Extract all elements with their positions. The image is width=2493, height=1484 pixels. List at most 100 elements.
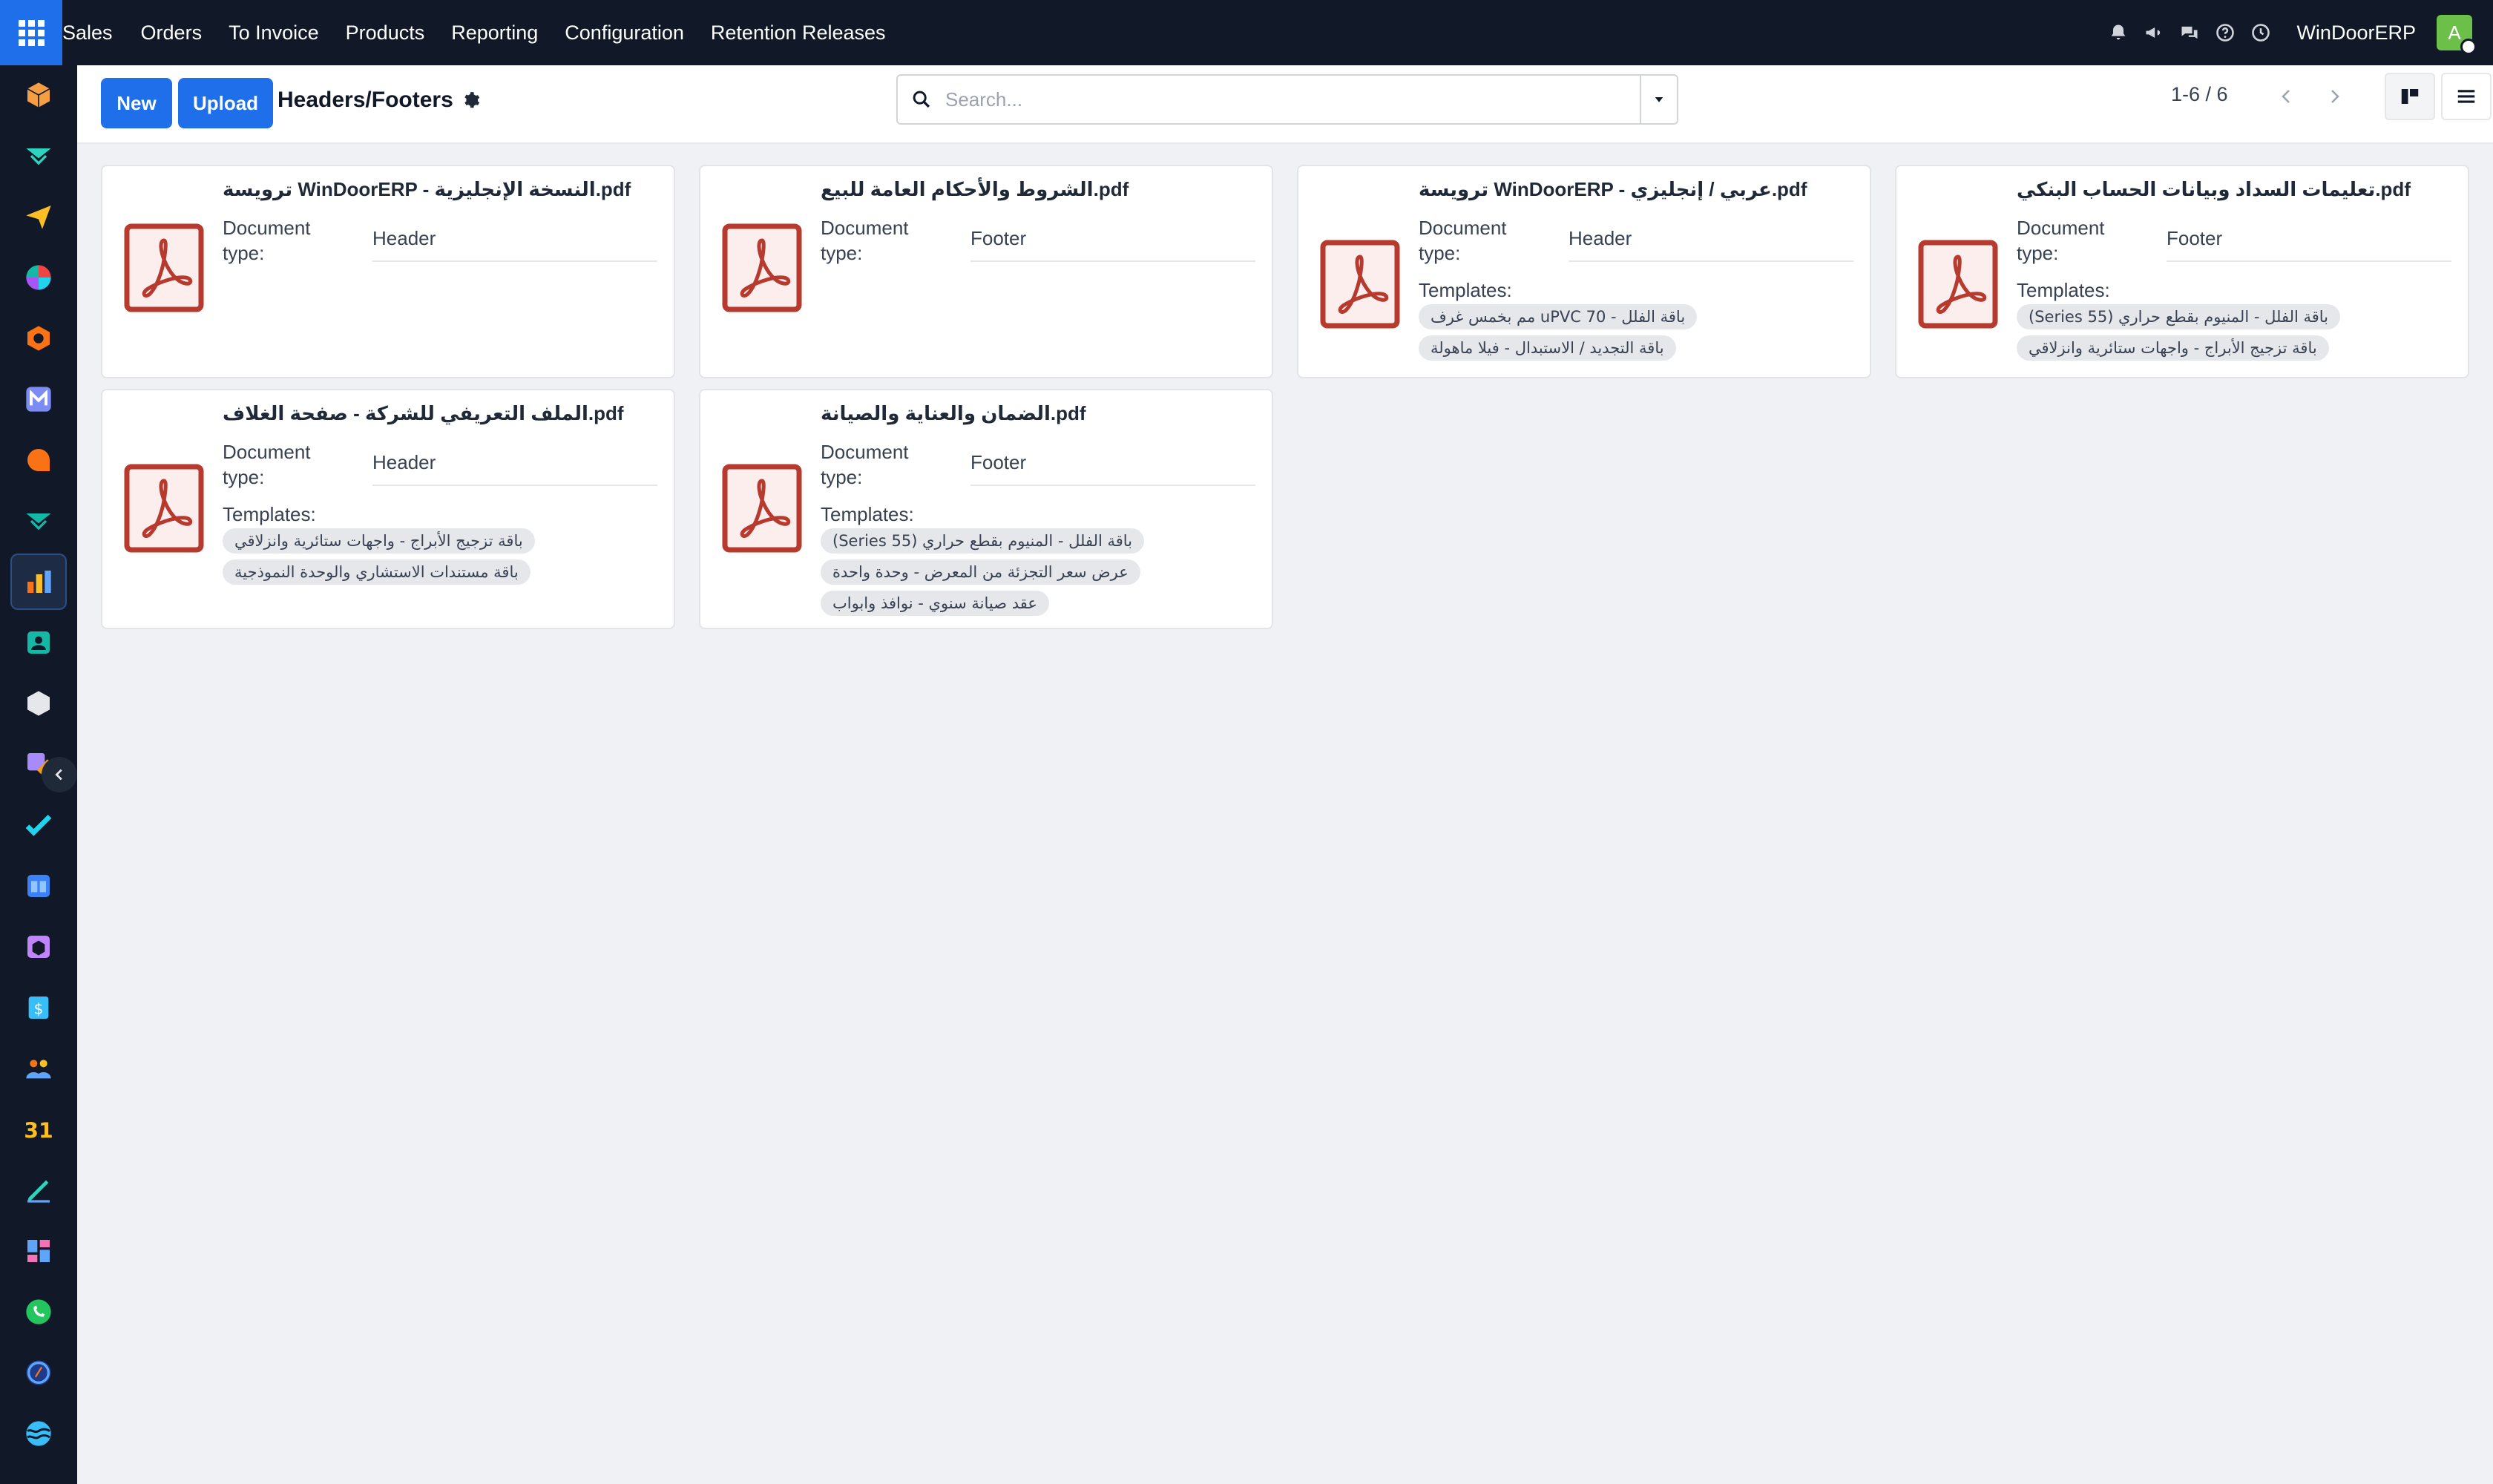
menu-orders[interactable]: Orders [128, 0, 216, 65]
box-icon [27, 691, 50, 716]
clock-icon[interactable] [2243, 15, 2279, 50]
sidebar-app-checkmark[interactable] [10, 797, 67, 853]
collapse-sidebar-button[interactable] [42, 757, 77, 792]
kanban-card[interactable]: الشروط والأحكام العامة للبيع.pdf Document… [699, 165, 1273, 378]
document-type-value: Header [372, 227, 657, 262]
company-name[interactable]: WinDoorERP [2296, 22, 2416, 45]
template-tag: باقة تزجيج الأبراج - واجهات ستائرية وانز… [223, 528, 535, 554]
kanban-view-button[interactable] [2385, 73, 2435, 120]
chat-icon[interactable] [2172, 15, 2207, 50]
sidebar-app-contact-card[interactable] [10, 614, 67, 671]
chevron-stack-icon [26, 513, 51, 531]
kanban-card[interactable]: الملف التعريفي للشركة - صفحة الغلاف.pdf D… [101, 389, 675, 629]
people-icon [26, 1060, 51, 1079]
pager-previous-button[interactable] [2269, 79, 2305, 114]
book-icon [27, 875, 50, 897]
sidebar-app-m-letter[interactable] [10, 371, 67, 427]
pdf-file-icon [1319, 239, 1401, 329]
hexagon-icon [27, 326, 50, 351]
bar-chart-icon [27, 571, 51, 593]
sidebar-app-whatsapp[interactable] [10, 1284, 67, 1340]
paper-plane-icon [26, 206, 51, 229]
search-input[interactable] [945, 76, 1640, 123]
sidebar-app-package[interactable] [10, 919, 67, 975]
pen-icon [27, 1180, 50, 1203]
megaphone-icon[interactable] [2136, 15, 2172, 50]
help-icon[interactable] [2207, 15, 2243, 50]
sidebar-app-people[interactable] [10, 1040, 67, 1097]
document-type-value: Header [1569, 227, 1853, 262]
sidebar-app-box[interactable] [10, 675, 67, 732]
new-button[interactable]: New [101, 78, 172, 128]
sidebar-app-chevron-stack[interactable] [10, 128, 67, 184]
sidebar-app-dashboard[interactable] [10, 1223, 67, 1279]
sidebar-app-calendar-31[interactable]: 31 [10, 1101, 67, 1158]
sidebar-app-paper-plane[interactable] [10, 188, 67, 245]
templates-label: Templates: [1419, 279, 1512, 301]
templates-label: Templates: [821, 503, 914, 525]
user-avatar[interactable]: A [2437, 15, 2477, 55]
svg-text:$: $ [34, 999, 44, 1017]
kanban-card[interactable]: ترويسة WinDoorERP - النسخة الإنجليزية.pd… [101, 165, 675, 378]
kanban-card[interactable]: تعليمات السداد وبيانات الحساب البنكي.pdf… [1895, 165, 2469, 378]
template-tag: عرض سعر التجزئة من المعرض - وحدة واحدة [821, 559, 1140, 585]
menu-to-invoice[interactable]: To Invoice [215, 0, 332, 65]
menu-reporting[interactable]: Reporting [438, 0, 551, 65]
sidebar-app-compass[interactable] [10, 1345, 67, 1401]
template-tag: باقة الفلل - المنيوم بقطع حراري (Series … [821, 528, 1145, 554]
document-type-label: Document type: [223, 217, 311, 264]
pager-next-button[interactable] [2316, 79, 2352, 114]
waves-icon [26, 1421, 51, 1446]
menu-configuration[interactable]: Configuration [551, 0, 697, 65]
gear-icon[interactable] [462, 91, 482, 110]
kanban-view: ترويسة WinDoorERP - النسخة الإنجليزية.pd… [77, 144, 2493, 1484]
pager-value[interactable]: 1-6 / 6 [2171, 83, 2228, 106]
page-title-text: Headers/Footers [277, 88, 453, 112]
menu-retention-releases[interactable]: Retention Releases [697, 0, 899, 65]
whatsapp-icon [26, 1299, 51, 1324]
sidebar-app-chat-bubble[interactable] [10, 432, 67, 488]
list-view-button[interactable] [2441, 73, 2492, 120]
contact-card-icon [27, 631, 50, 654]
menu-sales[interactable]: Sales [62, 0, 128, 65]
kanban-card[interactable]: الضمان والعناية والصيانة.pdf Document typ… [699, 389, 1273, 629]
templates-label: Templates: [223, 503, 316, 525]
chevron-left-icon [2282, 90, 2290, 103]
sidebar-app-dollar[interactable]: $ [10, 979, 67, 1036]
calendar-31-icon: 31 [24, 1119, 53, 1143]
kanban-card[interactable]: ترويسة WinDoorERP - عربي / إنجليزي.pdf Do… [1297, 165, 1871, 378]
chevron-left-icon [55, 769, 62, 781]
sidebar-app-cube[interactable] [10, 67, 67, 123]
sidebar-app-pie-chart[interactable] [10, 249, 67, 306]
sidebar-app-pen[interactable] [10, 1162, 67, 1218]
chat-bubble-icon [27, 449, 50, 471]
templates-label: Templates: [2017, 279, 2110, 301]
caret-down-icon [1655, 97, 1663, 102]
sidebar-app-waves[interactable] [10, 1405, 67, 1462]
sidebar-app-bar-chart[interactable] [10, 554, 67, 610]
apps-menu-button[interactable] [0, 0, 62, 65]
cube-icon [27, 82, 50, 108]
sidebar-app-chevron-stack[interactable] [10, 493, 67, 549]
control-panel: New Upload Headers/Footers 1-6 / 6 [77, 65, 2493, 144]
card-title: الشروط والأحكام العامة للبيع.pdf [821, 178, 1129, 200]
main-menu: Sales Orders To Invoice Products Reporti… [62, 0, 899, 65]
template-tag: عقد صيانة سنوي - نوافذ وابواب [821, 591, 1049, 616]
pdf-file-icon [123, 223, 205, 313]
upload-button[interactable]: Upload [178, 78, 273, 128]
document-type-label: Document type: [223, 441, 311, 488]
pie-chart-icon [26, 265, 51, 290]
sidebar-app-hexagon[interactable] [10, 310, 67, 367]
template-tag: باقة تزجيج الأبراج - واجهات ستائرية وانز… [2017, 335, 2329, 361]
card-title: الضمان والعناية والصيانة.pdf [821, 402, 1086, 424]
document-type-value: Footer [970, 227, 1255, 262]
pdf-file-icon [721, 463, 803, 554]
chevron-right-icon [2331, 90, 2339, 103]
compass-icon [26, 1360, 51, 1385]
sidebar-app-book[interactable] [10, 858, 67, 914]
menu-products[interactable]: Products [332, 0, 439, 65]
search-options-toggle[interactable] [1640, 76, 1677, 123]
document-type-value: Header [372, 451, 657, 486]
document-type-label: Document type: [821, 441, 909, 488]
bell-icon[interactable] [2101, 15, 2136, 50]
